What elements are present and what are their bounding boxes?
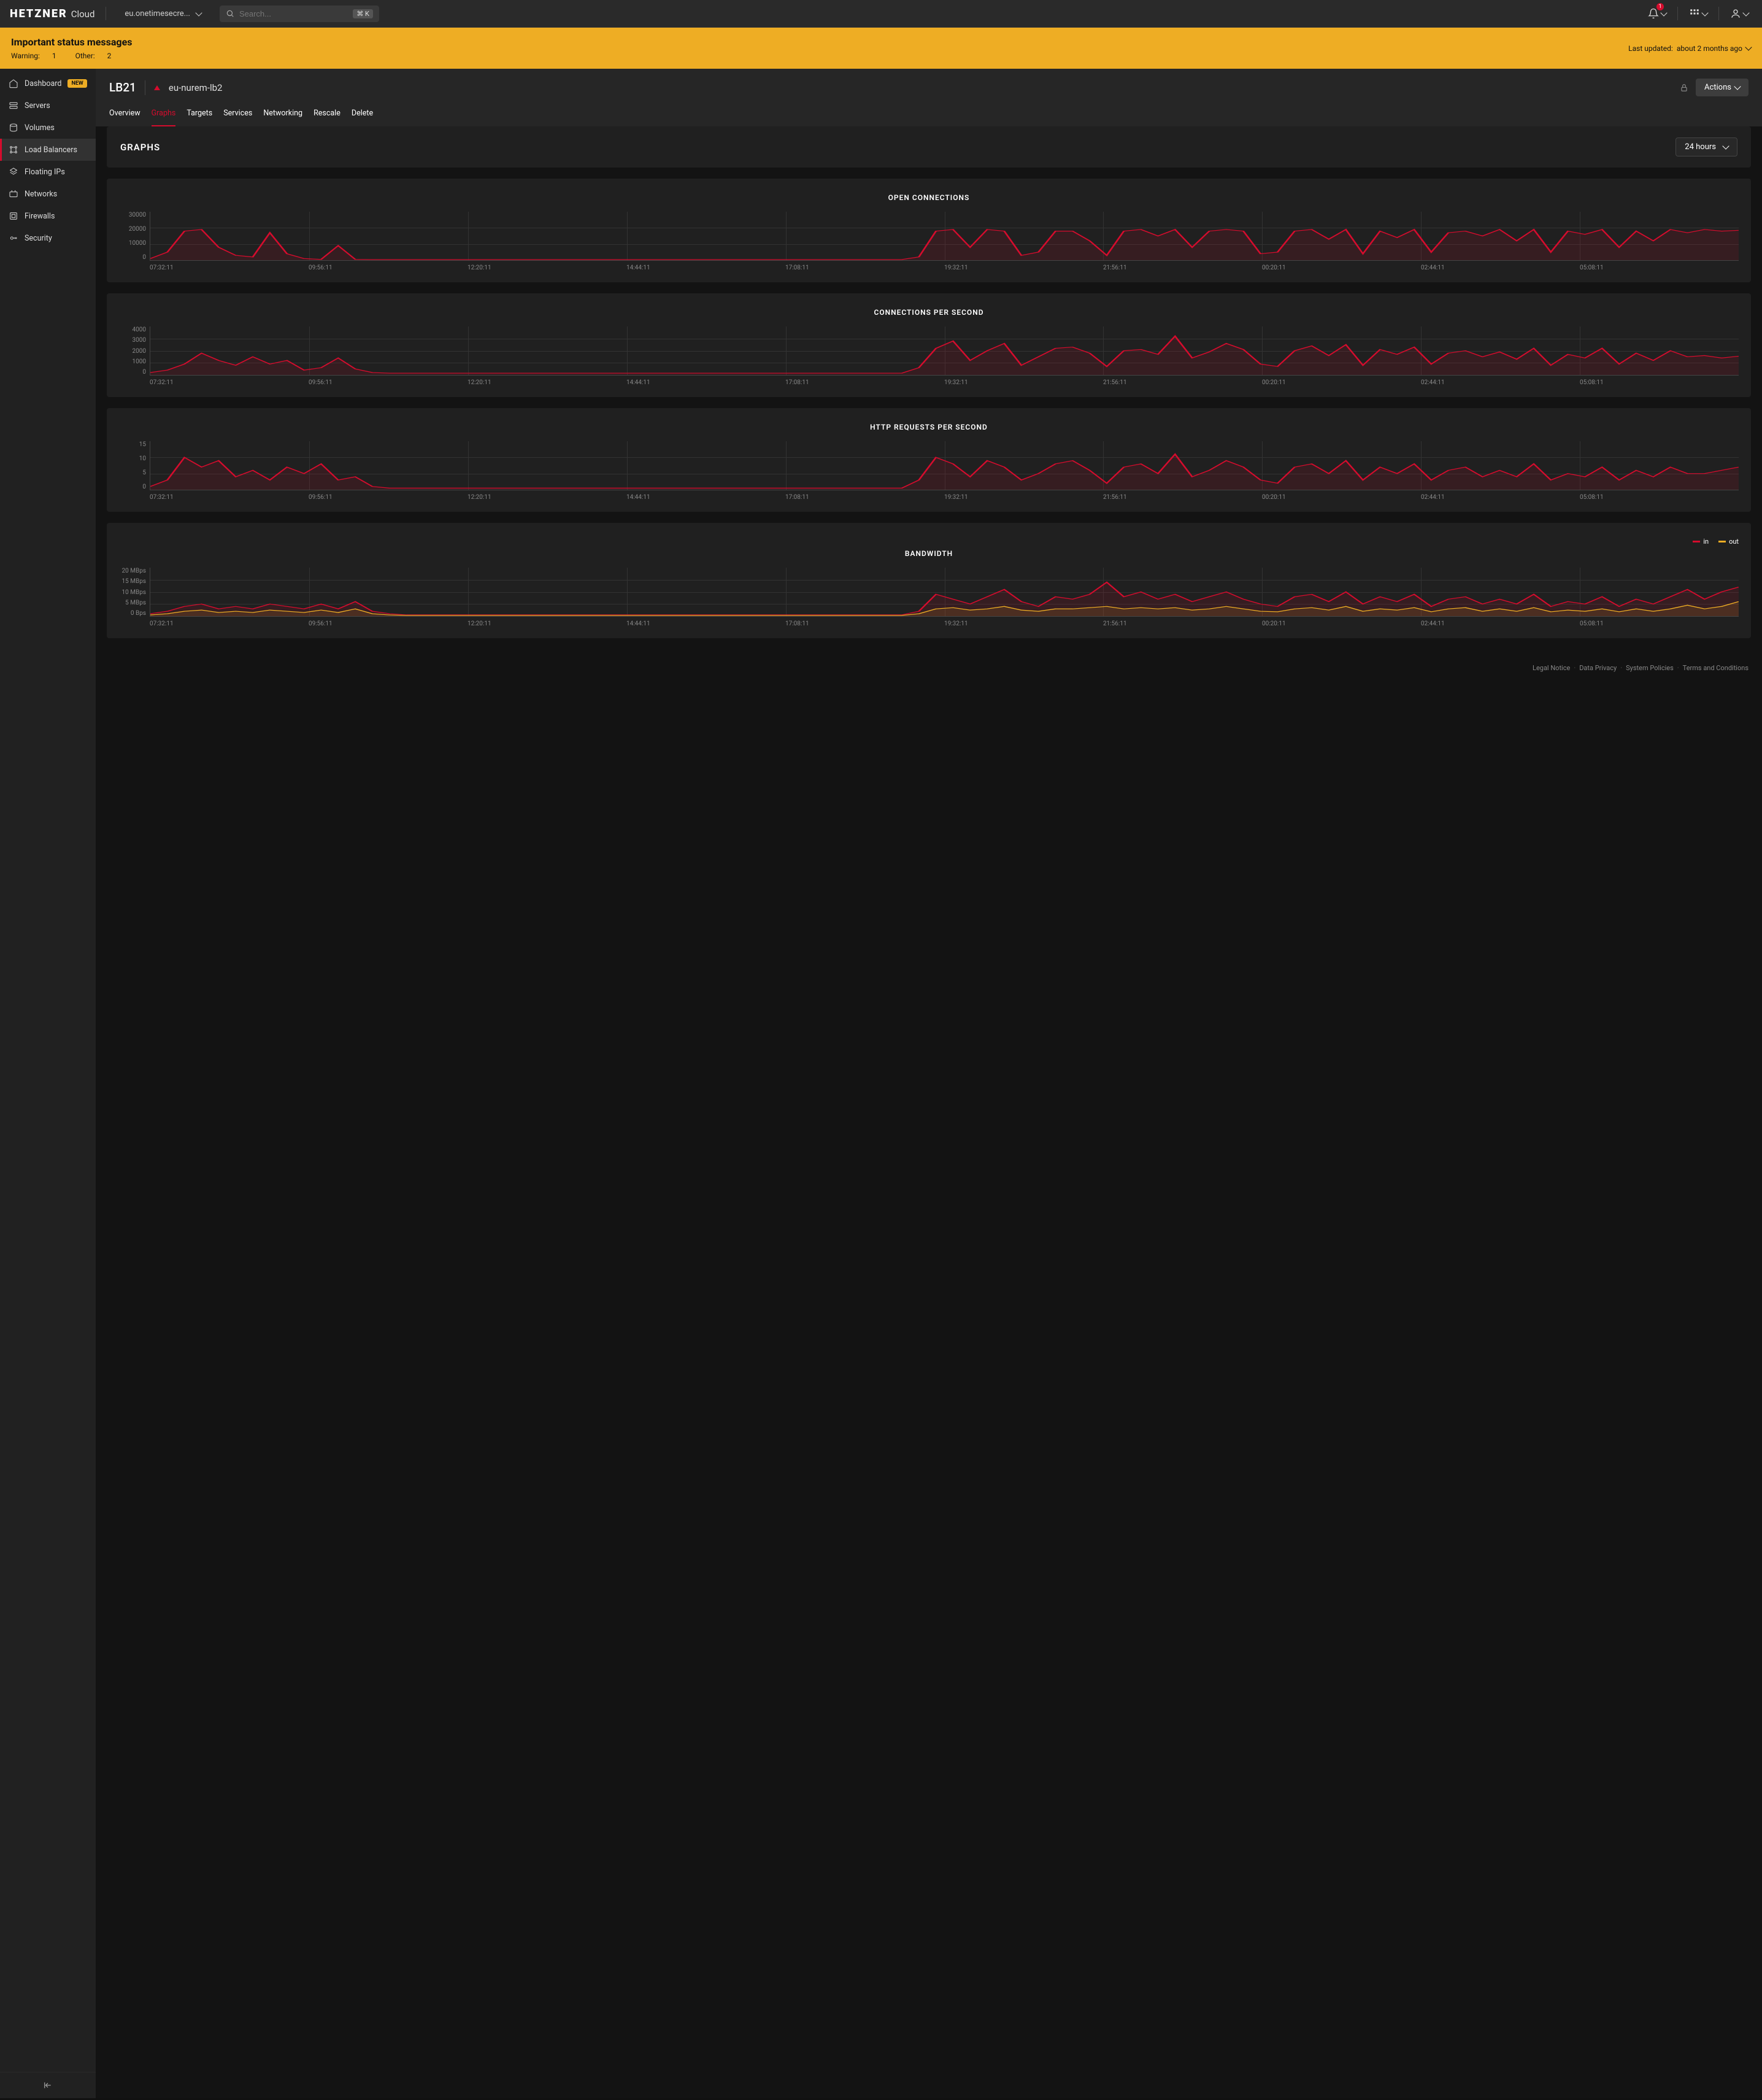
sidebar-item-floating-ips[interactable]: Floating IPs [0, 161, 96, 183]
sidebar-item-networks[interactable]: Networks [0, 183, 96, 205]
tab-services[interactable]: Services [223, 104, 252, 126]
chevron-down-icon [1745, 44, 1752, 50]
y-axis: 20 MBps15 MBps10 MBps5 MBps0 Bps [119, 568, 150, 617]
chart-plot[interactable] [150, 212, 1739, 261]
x-axis: 07:32:1109:56:1112:20:1114:44:1117:08:11… [150, 264, 1739, 271]
user-menu[interactable] [1726, 4, 1752, 23]
sidebar-item-label: Load Balancers [25, 145, 77, 155]
grid-icon [1689, 8, 1700, 19]
sidebar-item-label: Floating IPs [25, 168, 65, 177]
sidebar-item-label: Servers [25, 101, 50, 110]
y-axis: 151050 [119, 441, 150, 490]
banner-title: Important status messages [11, 36, 1628, 48]
chart-legend: inout [119, 538, 1739, 546]
chart-title: BANDWIDTH [119, 549, 1739, 558]
x-axis: 07:32:1109:56:1112:20:1114:44:1117:08:11… [150, 379, 1739, 386]
chart-title: CONNECTIONS PER SECOND [119, 308, 1739, 317]
actions-button[interactable]: Actions [1696, 79, 1749, 96]
apps-button[interactable] [1685, 4, 1711, 23]
sidebar-item-servers[interactable]: Servers [0, 95, 96, 117]
nav-icon [9, 211, 18, 221]
sidebar: Dashboard NEW Servers Volumes Load Balancers… [0, 69, 96, 2098]
chart-bandwidth: inout BANDWIDTH 20 MBps15 MBps10 MBps5 MBp… [107, 523, 1751, 638]
footer-link[interactable]: Terms and Conditions [1683, 664, 1749, 672]
chart-connections-per-second: CONNECTIONS PER SECOND 400030002000100000… [107, 293, 1751, 397]
status-indicator-icon [154, 85, 160, 90]
sidebar-item-label: Networks [25, 190, 57, 199]
tab-overview[interactable]: Overview [109, 104, 140, 126]
collapse-sidebar-button[interactable] [0, 2072, 96, 2098]
nav-icon [9, 79, 18, 88]
logo: HETZNERCloud [10, 7, 94, 20]
user-icon [1730, 8, 1741, 19]
y-axis: 40003000200010000 [119, 326, 150, 376]
search-input[interactable] [239, 9, 348, 18]
sidebar-item-load-balancers[interactable]: Load Balancers [0, 139, 96, 161]
search-box[interactable]: ⌘ K [220, 6, 379, 22]
nav-icon [9, 167, 18, 177]
tab-networking[interactable]: Networking [263, 104, 302, 126]
tab-delete[interactable]: Delete [352, 104, 373, 126]
tab-graphs[interactable]: Graphs [152, 104, 176, 126]
page-header: LB21 eu-nurem-lb2 Actions Overview Graphs… [96, 69, 1762, 126]
kbd-hint: ⌘ K [353, 9, 373, 18]
chart-plot[interactable] [150, 568, 1739, 617]
lock-icon[interactable] [1680, 83, 1688, 92]
divider [1718, 7, 1719, 20]
chart-plot[interactable] [150, 441, 1739, 490]
tabs: Overview Graphs Targets Services Networking R… [109, 104, 1749, 126]
nav-icon [9, 189, 18, 199]
chart-title: HTTP REQUESTS PER SECOND [119, 423, 1739, 431]
banner-stats: Warning: 1 Other: 2 [11, 52, 1628, 60]
new-badge: NEW [67, 79, 87, 88]
nav-icon [9, 145, 18, 155]
x-axis: 07:32:1109:56:1112:20:1114:44:1117:08:11… [150, 494, 1739, 501]
topbar: HETZNERCloud eu.onetimesecre... ⌘ K 1 [0, 0, 1762, 28]
project-selector[interactable]: eu.onetimesecre... [117, 6, 209, 22]
sidebar-item-security[interactable]: Security [0, 227, 96, 249]
sidebar-item-volumes[interactable]: Volumes [0, 117, 96, 139]
chart-title: OPEN CONNECTIONS [119, 193, 1739, 202]
sidebar-item-label: Volumes [25, 123, 55, 133]
chart-open-connections: OPEN CONNECTIONS 300002000010000007:32:11… [107, 179, 1751, 282]
chevron-down-icon [1722, 142, 1729, 149]
sidebar-item-label: Dashboard [25, 79, 61, 88]
sidebar-item-label: Security [25, 234, 52, 243]
sidebar-item-dashboard[interactable]: Dashboard NEW [0, 72, 96, 95]
chevron-down-icon [1742, 9, 1749, 16]
tab-targets[interactable]: Targets [187, 104, 212, 126]
chevron-down-icon [1734, 83, 1741, 90]
lb-type: LB21 [109, 80, 136, 95]
nav-icon [9, 233, 18, 243]
y-axis: 3000020000100000 [119, 212, 150, 261]
collapse-icon [44, 2081, 52, 2090]
search-icon [226, 9, 234, 18]
status-banner[interactable]: Important status messages Warning: 1 Oth… [0, 28, 1762, 69]
section-title: GRAPHS [120, 142, 160, 153]
chevron-down-icon [195, 9, 202, 16]
x-axis: 07:32:1109:56:1112:20:1114:44:1117:08:11… [150, 620, 1739, 627]
footer-link[interactable]: System Policies [1626, 664, 1674, 672]
timerange-select[interactable]: 24 hours [1675, 137, 1737, 156]
chart-plot[interactable] [150, 326, 1739, 376]
nav-icon [9, 101, 18, 110]
sidebar-item-firewalls[interactable]: Firewalls [0, 205, 96, 227]
footer-link[interactable]: Data Privacy [1579, 664, 1617, 672]
notifications-button[interactable]: 1 [1644, 4, 1670, 23]
chevron-down-icon [1701, 9, 1708, 16]
lb-name[interactable]: eu-nurem-lb2 [169, 82, 223, 93]
graphs-section-header: GRAPHS 24 hours [107, 126, 1751, 168]
footer-link[interactable]: Legal Notice [1533, 664, 1570, 672]
chart-http-requests: HTTP REQUESTS PER SECOND 15105007:32:1109… [107, 408, 1751, 512]
nav-icon [9, 123, 18, 133]
divider [1677, 7, 1678, 20]
sidebar-item-label: Firewalls [25, 212, 55, 221]
footer: Legal Notice·Data Privacy·System Policie… [96, 653, 1762, 683]
tab-rescale[interactable]: Rescale [314, 104, 340, 126]
